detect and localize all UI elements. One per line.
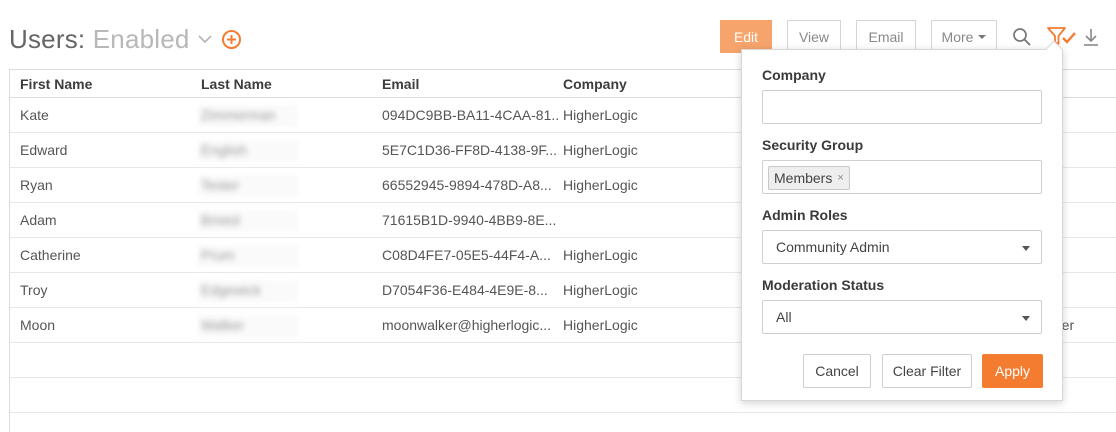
download-icon[interactable] [1082, 27, 1100, 47]
moderation-status-label: Moderation Status [762, 277, 885, 293]
company-cell: HigherLogic [563, 177, 638, 193]
column-header-last-name[interactable]: Last Name [201, 76, 272, 92]
dropdown-arrow-icon [1022, 246, 1030, 251]
first-name-cell: Adam [20, 212, 57, 228]
apply-button[interactable]: Apply [982, 354, 1043, 388]
email-cell: moonwalker@higherlogic... [382, 317, 552, 333]
column-header-first-name[interactable]: First Name [20, 76, 92, 92]
page-title-label: Users: [9, 24, 86, 54]
moderation-status-value: All [776, 309, 792, 325]
admin-roles-label: Admin Roles [762, 207, 848, 223]
last-name-cell: Bristol [201, 212, 240, 228]
more-button-label: More [941, 28, 974, 45]
security-group-label: Security Group [762, 137, 864, 153]
company-cell: HigherLogic [563, 142, 638, 158]
clear-filter-button[interactable]: Clear Filter [882, 354, 972, 388]
caret-down-icon [978, 34, 987, 39]
first-name-cell: Edward [20, 142, 68, 158]
last-name-cell: Tester [201, 177, 240, 193]
first-name-cell: Ryan [20, 177, 53, 193]
company-input[interactable] [762, 90, 1042, 124]
first-name-cell: Troy [20, 282, 48, 298]
security-group-input[interactable]: Members × [762, 160, 1042, 194]
chevron-down-icon[interactable] [197, 33, 213, 45]
company-cell: HigherLogic [563, 107, 638, 123]
email-cell: 71615B1D-9940-4BB9-8E... [382, 212, 557, 228]
company-filter-label: Company [762, 67, 826, 83]
email-cell: D7054F36-E484-4E9E-8... [382, 282, 548, 298]
cancel-button[interactable]: Cancel [803, 354, 871, 388]
first-name-cell: Kate [20, 107, 49, 123]
last-name-cell: English [201, 142, 247, 158]
email-cell: C08D4FE7-05E5-44F4-A... [382, 247, 551, 263]
search-icon[interactable] [1012, 27, 1032, 47]
dropdown-arrow-icon [1022, 316, 1030, 321]
company-cell: HigherLogic [563, 317, 638, 333]
page-title: Users: Enabled [9, 24, 190, 55]
security-group-tag-label: Members [774, 170, 833, 186]
column-header-company[interactable]: Company [563, 76, 627, 92]
moderation-status-select[interactable]: All [762, 300, 1042, 334]
security-group-tag: Members × [768, 166, 850, 190]
admin-roles-select[interactable]: Community Admin [762, 230, 1042, 264]
last-name-cell: Zimmerman [201, 107, 276, 123]
last-name-cell: Walker [201, 317, 245, 333]
last-name-cell: Prum [201, 247, 235, 263]
admin-roles-value: Community Admin [776, 239, 890, 255]
first-name-cell: Moon [20, 317, 56, 333]
last-name-cell: Edgewick [201, 282, 261, 298]
plus-circle-icon[interactable] [221, 29, 242, 50]
email-cell: 5E7C1D36-FF8D-4138-9F... [382, 142, 558, 158]
filter-popover: Company Security Group Members × Admin R… [741, 40, 1063, 401]
view-filter-label[interactable]: Enabled [93, 24, 190, 54]
column-header-email[interactable]: Email [382, 76, 419, 92]
first-name-cell: Catherine [20, 247, 81, 263]
email-cell: 094DC9BB-BA11-4CAA-81... [382, 107, 560, 123]
email-cell: 66552945-9894-478D-A8... [382, 177, 552, 193]
remove-tag-icon[interactable]: × [837, 172, 843, 184]
company-cell: HigherLogic [563, 282, 638, 298]
company-cell: HigherLogic [563, 247, 638, 263]
